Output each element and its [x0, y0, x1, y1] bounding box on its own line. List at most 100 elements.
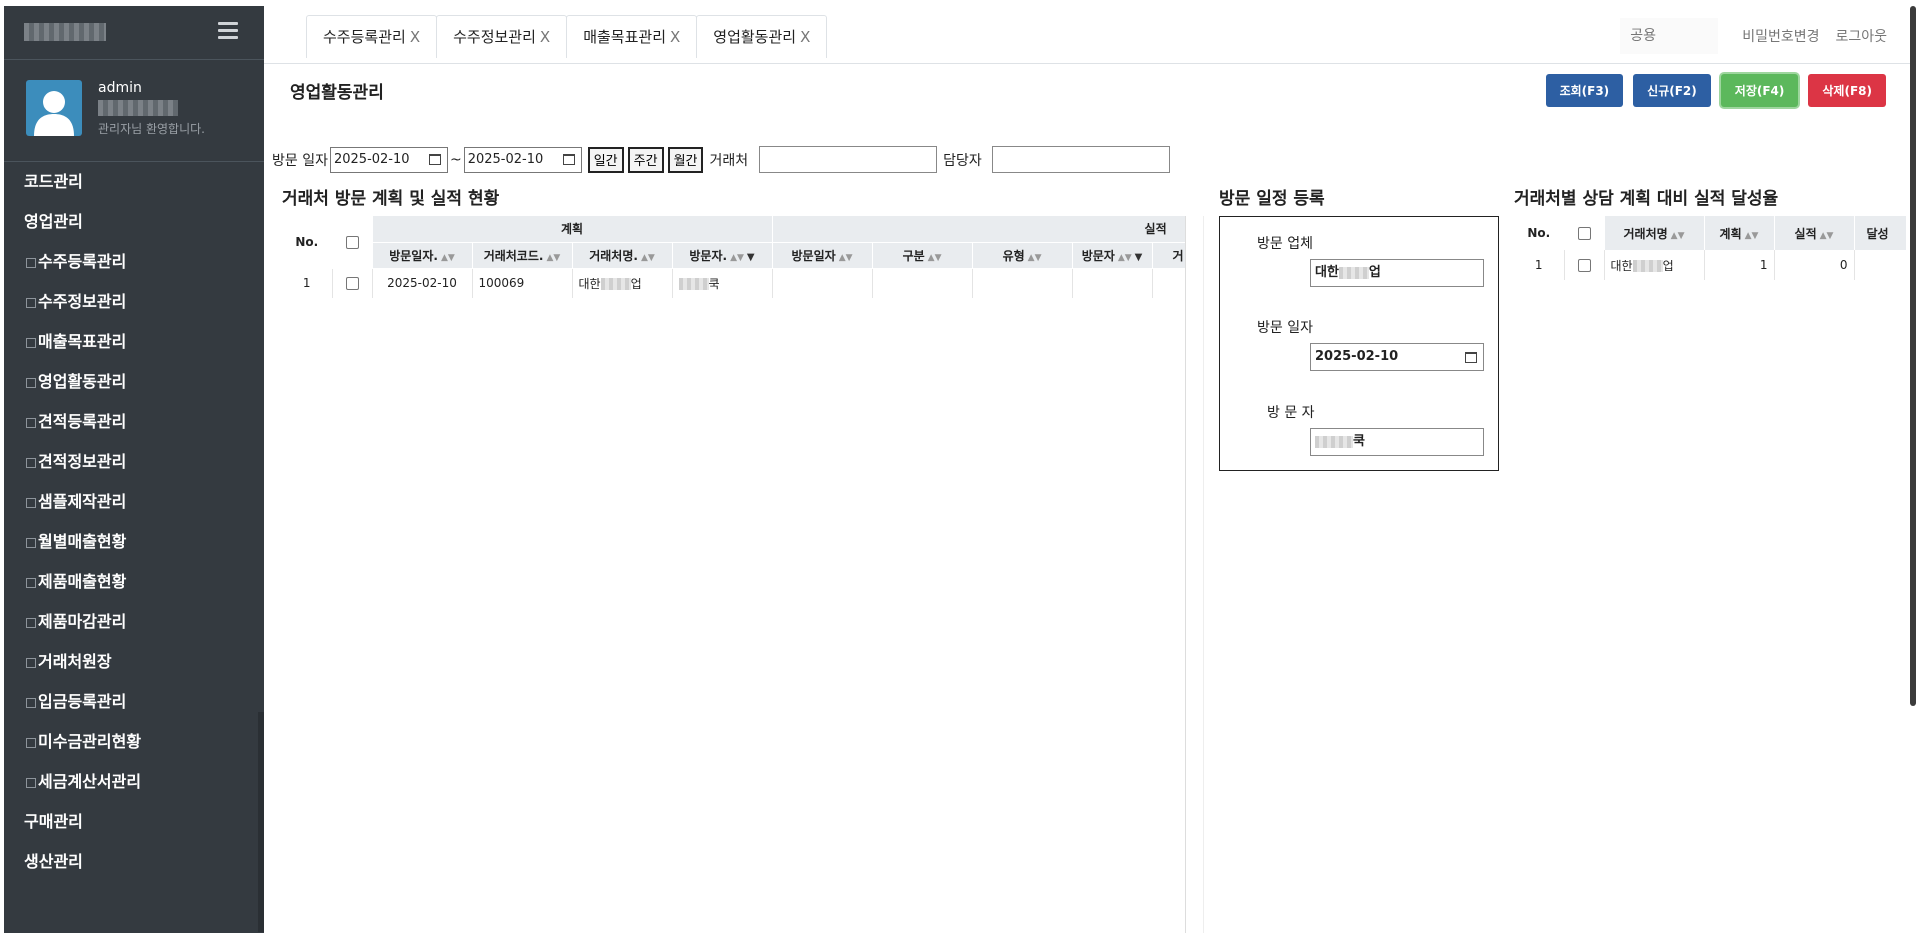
visit-company-input[interactable]: 대한 업	[1310, 259, 1484, 287]
sort-icon: ▲▼	[440, 252, 455, 263]
calendar-icon[interactable]	[1465, 352, 1477, 363]
sidebar-item[interactable]: 구매관리	[4, 802, 264, 842]
filter-icon: ▼	[1134, 251, 1143, 263]
sidebar-item[interactable]: 제품마감관리	[4, 602, 264, 642]
row-checkbox[interactable]	[1564, 250, 1605, 280]
cell-rate	[1854, 250, 1906, 280]
sidebar-item[interactable]: 영업활동관리	[4, 362, 264, 402]
col-client-name[interactable]: 거래처명 ▲▼	[1604, 216, 1705, 250]
date-to-value: 2025-02-10	[467, 151, 544, 167]
delete-button[interactable]: 삭제(F8)	[1808, 74, 1886, 107]
col-plan-visitor[interactable]: 방문자. ▲▼ ▼	[672, 242, 773, 269]
sidebar-brand	[4, 6, 264, 60]
sidebar-item[interactable]: 영업관리	[4, 202, 264, 242]
col-actual-visitor[interactable]: 방문자 ▲▼ ▼	[1072, 242, 1153, 269]
cell-no: 1	[282, 268, 333, 298]
sidebar-item-label: 영업활동관리	[38, 372, 127, 391]
table-row[interactable]: 1 2025-02-10 100069 대한 업 쿡	[282, 268, 1185, 298]
sidebar-item[interactable]: 수주정보관리	[4, 282, 264, 322]
client-label: 거래처	[709, 152, 749, 169]
tab-label: 수주등록관리	[323, 28, 406, 46]
tab-sales-activity[interactable]: 영업활동관리 X	[696, 15, 828, 58]
sidebar-item[interactable]: 수주등록관리	[4, 242, 264, 282]
sort-icon: ▲▼	[1670, 230, 1685, 241]
shared-input[interactable]	[1620, 18, 1719, 54]
sort-icon: ▲▼	[1744, 230, 1759, 241]
sidebar-item[interactable]: 거래처원장	[4, 642, 264, 682]
hamburger-icon[interactable]	[218, 22, 238, 40]
select-all-checkbox[interactable]	[1564, 216, 1605, 250]
sidebar: admin 관리자님 환영합니다. 코드관리 영업관리 수주등록관리 수주정보관리 매출…	[4, 6, 264, 933]
manager-label: 담당자	[943, 152, 982, 169]
sidebar-item[interactable]: 미수금관리현황	[4, 722, 264, 762]
save-button[interactable]: 저장(F4)	[1720, 74, 1799, 107]
col-actual-type[interactable]: 유형 ▲▼	[972, 242, 1073, 269]
calendar-icon[interactable]	[562, 153, 575, 165]
plan-actual-grid: No. 계획 실적 방문일자. ▲▼ 거래처코드. ▲▼ 거래처명. ▲▼ 방문자. ▲…	[282, 216, 1186, 933]
sort-icon: ▲▼	[1027, 252, 1042, 263]
user-detail-redacted	[98, 100, 178, 116]
tab-close-icon[interactable]: X	[800, 28, 810, 46]
sort-icon: ▲▼	[1117, 252, 1132, 263]
col-rate[interactable]: 달성	[1854, 216, 1906, 250]
sidebar-item[interactable]: 샘플제작관리	[4, 482, 264, 522]
row-checkbox[interactable]	[332, 268, 373, 298]
visit-date-input[interactable]: 2025-02-10	[1310, 343, 1484, 371]
col-plan[interactable]: 계획 ▲▼	[1704, 216, 1775, 250]
tab-close-icon[interactable]: X	[410, 28, 420, 46]
sidebar-item-label: 코드관리	[24, 172, 83, 191]
col-no: No.	[1514, 216, 1565, 250]
search-button[interactable]: 조회(F3)	[1545, 74, 1624, 107]
col-actual[interactable]: 실적 ▲▼	[1774, 216, 1855, 250]
col-actual-more[interactable]: 거	[1152, 242, 1185, 269]
sidebar-item[interactable]: 입금등록관리	[4, 682, 264, 722]
sidebar-item[interactable]: 매출목표관리	[4, 322, 264, 362]
client-input[interactable]	[759, 146, 938, 173]
monthly-button[interactable]: 월간	[667, 146, 704, 173]
change-password-link[interactable]: 비밀번호변경	[1742, 26, 1819, 46]
date-to-input[interactable]: 2025-02-10	[463, 146, 582, 173]
visitor-input[interactable]: 쿡	[1310, 428, 1484, 456]
cell-client-name: 대한 업	[572, 268, 673, 298]
tab-order-info[interactable]: 수주정보관리 X	[436, 15, 568, 58]
weekly-button[interactable]: 주간	[627, 146, 664, 173]
tab-order-register[interactable]: 수주등록관리 X	[306, 15, 438, 58]
sidebar-item-label: 제품매출현황	[38, 572, 127, 591]
new-button[interactable]: 신규(F2)	[1633, 74, 1711, 107]
sidebar-item[interactable]: 세금계산서관리	[4, 762, 264, 802]
page-scrollbar[interactable]	[1910, 6, 1916, 706]
sidebar-item[interactable]: 제품매출현황	[4, 562, 264, 602]
tab-close-icon[interactable]: X	[540, 28, 550, 46]
filter-bar: 방문 일자 2025-02-10 ~ 2025-02-10 일간 주간 월간 거…	[272, 146, 1170, 173]
tab-label: 수주정보관리	[453, 28, 536, 46]
select-all-checkbox[interactable]	[332, 216, 373, 269]
calendar-icon[interactable]	[428, 153, 441, 165]
manager-input[interactable]	[991, 146, 1170, 173]
col-actual-visit-date[interactable]: 방문일자 ▲▼	[772, 242, 873, 269]
sidebar-scrollbar[interactable]	[258, 712, 264, 932]
sidebar-item[interactable]: 생산관리	[4, 842, 264, 882]
logout-link[interactable]: 로그아웃	[1835, 26, 1887, 46]
col-plan-client-code[interactable]: 거래처코드. ▲▼	[472, 242, 573, 269]
sidebar-item[interactable]: 월별매출현황	[4, 522, 264, 562]
col-plan-client-name[interactable]: 거래처명. ▲▼	[572, 242, 673, 269]
visit-date-label: 방문 일자	[272, 152, 328, 169]
tab-sales-target[interactable]: 매출목표관리 X	[566, 15, 698, 58]
col-actual-category[interactable]: 구분 ▲▼	[872, 242, 973, 269]
date-from-input[interactable]: 2025-02-10	[329, 146, 448, 173]
sidebar-item-label: 구매관리	[24, 812, 83, 831]
col-plan-visit-date[interactable]: 방문일자. ▲▼	[372, 242, 473, 269]
top-right-menu: 비밀번호변경 로그아웃	[1620, 18, 1887, 54]
sidebar-item[interactable]: 견적정보관리	[4, 442, 264, 482]
cell-client-name: 대한 업	[1604, 250, 1705, 280]
daily-button[interactable]: 일간	[587, 146, 624, 173]
table-row[interactable]: 1 대한 업 1 0	[1514, 250, 1906, 280]
sidebar-item[interactable]: 코드관리	[4, 162, 264, 202]
tab-close-icon[interactable]: X	[670, 28, 680, 46]
brand-logo[interactable]	[24, 23, 106, 41]
sidebar-item[interactable]: 견적등록관리	[4, 402, 264, 442]
rate-grid-title: 거래처별 상담 계획 대비 실적 달성율	[1514, 189, 1779, 209]
achievement-grid: No. 거래처명 ▲▼ 계획 ▲▼ 실적 ▲▼ 달성 1 대한 업 1 0	[1514, 216, 1906, 286]
sidebar-item-label: 견적등록관리	[38, 412, 127, 431]
sort-icon: ▲▼	[1819, 230, 1834, 241]
